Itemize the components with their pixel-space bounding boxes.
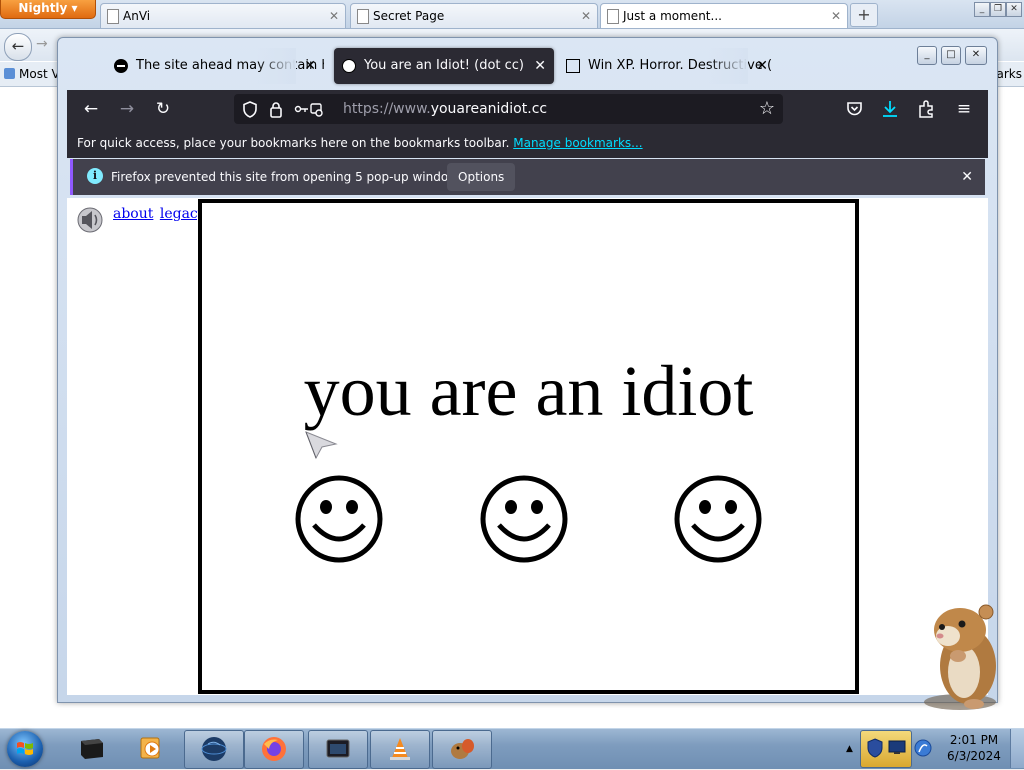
hamburger-menu-icon[interactable]: ≡ xyxy=(952,90,976,128)
page-icon xyxy=(357,9,369,24)
close-window-icon[interactable]: ✕ xyxy=(1006,2,1022,17)
media-player-icon xyxy=(140,737,160,759)
forward-arrow-icon[interactable]: → xyxy=(115,90,139,128)
windows-logo-icon xyxy=(17,742,33,755)
reload-icon[interactable]: ↻ xyxy=(151,90,175,128)
window-app-icon xyxy=(326,739,350,758)
notification-message: Firefox prevented this site from opening… xyxy=(111,170,469,184)
bookmark-icon xyxy=(4,68,15,79)
taskbar-app-firefox[interactable] xyxy=(244,730,304,769)
taskbar-app-vlc[interactable] xyxy=(370,730,430,769)
blocked-site-icon xyxy=(114,59,128,73)
hamster-app-icon xyxy=(451,739,474,759)
taskbar-app-window[interactable] xyxy=(308,730,368,769)
close-tab-icon[interactable]: ✕ xyxy=(756,48,768,84)
mouse-cursor-icon xyxy=(305,431,338,460)
page-icon xyxy=(107,9,119,24)
headline: you are an idiot xyxy=(303,351,754,431)
network-tray-icon[interactable] xyxy=(914,738,932,758)
taskbar-app-media[interactable] xyxy=(122,730,180,767)
restore-icon[interactable]: ❐ xyxy=(990,2,1006,17)
popup-blocked-notification: i Firefox prevented this site from openi… xyxy=(70,159,985,195)
hamster-desktop-pet[interactable] xyxy=(918,600,1010,712)
close-window-icon[interactable]: ✕ xyxy=(965,46,987,65)
tab-win-xp-horror[interactable]: Win XP. Horror. Destructive ( Cre ✕ xyxy=(566,48,776,84)
smiley-icon xyxy=(342,59,356,73)
close-tab-icon[interactable]: ✕ xyxy=(534,48,546,84)
minimize-icon[interactable]: _ xyxy=(917,46,937,65)
manage-bookmarks-link[interactable]: Manage bookmarks... xyxy=(513,136,642,150)
show-hidden-icons-arrow[interactable]: ▲ xyxy=(846,744,853,754)
pillar-icon xyxy=(566,59,580,73)
pocket-icon[interactable] xyxy=(846,101,863,117)
close-tab-icon[interactable]: ✕ xyxy=(329,4,339,28)
close-tab-icon[interactable]: ✕ xyxy=(304,48,316,84)
page-content: about legacy safe you are an idiot xyxy=(67,198,988,695)
permissions-icon[interactable] xyxy=(294,102,324,117)
taskbar-app-monitor[interactable] xyxy=(62,730,120,767)
background-tab-secret-page[interactable]: Secret Page ✕ xyxy=(350,3,598,28)
globe-icon xyxy=(201,737,227,761)
show-desktop-button[interactable] xyxy=(1010,729,1024,768)
bookmarks-toolbar: For quick access, place your bookmarks h… xyxy=(67,128,988,158)
star-bookmark-icon[interactable]: ☆ xyxy=(759,94,775,124)
speaker-icon[interactable] xyxy=(75,204,103,234)
about-link[interactable]: about xyxy=(113,206,153,222)
firefox-popup-window: The site ahead may contain har ✕ You are… xyxy=(57,37,998,703)
smiley-face-icon xyxy=(295,475,383,563)
clock-time: 2:01 PM xyxy=(949,733,999,747)
clock-date: 6/3/2024 xyxy=(947,749,1001,763)
back-arrow-icon[interactable]: ← xyxy=(4,33,32,61)
taskbar-app-globe[interactable] xyxy=(184,730,244,769)
vlc-cone-icon xyxy=(390,738,410,760)
smiley-face-icon xyxy=(480,475,568,563)
background-tab-just-a-moment[interactable]: Just a moment... ✕ xyxy=(600,3,848,28)
taskbar-app-hamster[interactable] xyxy=(432,730,492,769)
back-arrow-icon[interactable]: ← xyxy=(79,90,103,128)
background-tab-anvi[interactable]: AnVi ✕ xyxy=(100,3,346,28)
network-monitor-icon[interactable] xyxy=(888,740,906,755)
info-icon: i xyxy=(87,168,103,184)
most-visited-bookmark[interactable]: Most V xyxy=(4,67,60,81)
close-notification-icon[interactable]: ✕ xyxy=(961,159,973,195)
idiot-popup-frame: you are an idiot xyxy=(198,199,859,694)
lock-icon[interactable] xyxy=(269,101,283,118)
maximize-icon[interactable]: □ xyxy=(941,46,961,65)
black-box-app-icon xyxy=(81,739,103,759)
tray-highlighted-icons[interactable] xyxy=(860,730,912,768)
close-tab-icon[interactable]: ✕ xyxy=(831,4,841,28)
smiley-face-icon xyxy=(674,475,762,563)
system-clock[interactable]: 2:01 PM 6/3/2024 xyxy=(938,732,1010,764)
url-bar[interactable]: https://www.youareanidiot.cc ☆ xyxy=(234,94,783,124)
nightly-menu-button[interactable]: Nightly ▾ xyxy=(0,0,96,19)
minimize-icon[interactable]: _ xyxy=(974,2,990,17)
tab-site-ahead-warning[interactable]: The site ahead may contain har ✕ xyxy=(114,48,324,84)
page-icon xyxy=(607,9,619,24)
close-tab-icon[interactable]: ✕ xyxy=(581,4,591,28)
download-icon[interactable] xyxy=(882,100,898,118)
extensions-icon[interactable] xyxy=(918,100,935,118)
forward-arrow-icon[interactable]: → xyxy=(36,36,48,52)
url-text[interactable]: https://www.youareanidiot.cc xyxy=(343,94,547,124)
shield-icon[interactable] xyxy=(242,101,258,118)
options-button[interactable]: Options xyxy=(447,163,516,191)
tab-you-are-an-idiot[interactable]: You are an Idiot! (dot cc) ✕ xyxy=(334,48,554,84)
firefox-icon xyxy=(262,737,286,761)
new-tab-button[interactable]: + xyxy=(850,3,878,27)
firefox-toolbar: ← → ↻ https://www.youareanidiot.cc ☆ ≡ xyxy=(67,90,988,128)
security-shield-icon[interactable] xyxy=(867,738,883,758)
start-button[interactable] xyxy=(7,731,43,767)
